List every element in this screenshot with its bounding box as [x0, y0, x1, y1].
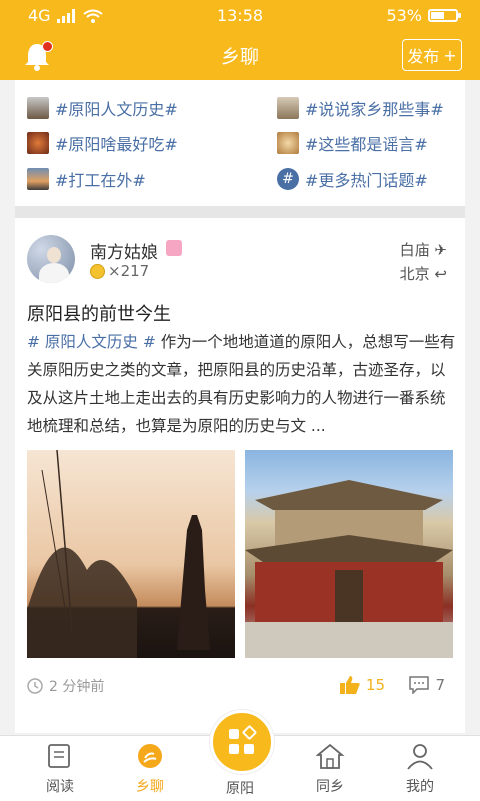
topic-thumbnail — [277, 132, 299, 154]
chat-bubble-icon — [138, 744, 162, 768]
comment-icon — [409, 676, 430, 694]
home-icon — [315, 743, 345, 769]
tab-hometown[interactable]: 同乡 — [295, 742, 365, 796]
tab-label: 我的 — [406, 779, 434, 795]
like-button[interactable]: 15 — [339, 676, 385, 694]
like-count: 15 — [365, 676, 385, 694]
hashtag-icon: # — [277, 168, 299, 190]
tab-label: 乡聊 — [136, 779, 164, 795]
female-icon — [166, 240, 182, 256]
route-info: 白庙 ✈ 北京 ↩ — [400, 238, 447, 286]
username[interactable]: 南方姑娘 — [90, 238, 158, 263]
topic-thumbnail — [27, 168, 49, 190]
route-curve-icon: ↩ — [434, 265, 447, 283]
comment-count: 7 — [435, 676, 445, 694]
tab-label: 原阳 — [226, 781, 254, 797]
plus-icon: + — [443, 45, 457, 65]
topic-item[interactable]: #原阳人文历史# — [27, 96, 178, 120]
post-title[interactable]: 原阳县的前世今生 — [27, 300, 171, 326]
tab-label: 阅读 — [46, 779, 74, 795]
topic-item[interactable]: # #更多热门话题# — [277, 167, 428, 191]
book-icon — [48, 744, 70, 768]
temple-building — [245, 480, 453, 658]
center-home-button[interactable] — [210, 710, 274, 774]
topic-label: #打工在外# — [55, 171, 146, 190]
post-footer: 2 分钟前 15 7 — [27, 676, 455, 696]
pagoda-silhouette — [27, 450, 210, 658]
grid-diamond-icon — [229, 725, 257, 754]
topic-label: #原阳啥最好吃# — [55, 135, 178, 154]
route-to: 北京 — [399, 265, 430, 283]
topic-thumbnail — [277, 97, 299, 119]
user-icon — [407, 744, 433, 770]
publish-label: 发布 — [407, 47, 440, 66]
coin-value: ×217 — [108, 262, 150, 280]
topic-label: #这些都是谣言# — [305, 135, 428, 154]
topic-label: #更多热门话题# — [305, 171, 428, 190]
plane-icon: ✈ — [434, 241, 447, 259]
publish-button[interactable]: 发布 + — [402, 39, 462, 71]
clock-icon — [27, 678, 43, 694]
thumbs-up-icon — [339, 676, 360, 694]
topic-item[interactable]: #这些都是谣言# — [277, 131, 428, 155]
post-body[interactable]: # 原阳人文历史 # 作为一个地地道道的原阳人，总想写一些有关原阳历史之类的文章… — [27, 328, 457, 440]
post-time: 2 分钟前 — [49, 679, 105, 695]
tab-label: 同乡 — [316, 779, 344, 795]
post-card[interactable]: 南方姑娘 ×217 白庙 ✈ 北京 ↩ 原阳县的前世今生 # 原阳人文历史 # … — [15, 218, 465, 733]
topic-item[interactable]: #原阳啥最好吃# — [27, 131, 178, 155]
topic-item[interactable]: #打工在外# — [27, 167, 146, 191]
tab-yuanyang[interactable]: 原阳 — [205, 778, 275, 798]
post-tag[interactable]: # 原阳人文历史 # — [27, 333, 156, 351]
tab-chat[interactable]: 乡聊 — [115, 742, 185, 796]
route-from: 白庙 — [399, 241, 430, 259]
topic-item[interactable]: #说说家乡那些事# — [277, 96, 444, 120]
topic-thumbnail — [27, 132, 49, 154]
temple-photo[interactable] — [245, 450, 453, 658]
tab-me[interactable]: 我的 — [385, 742, 455, 796]
nav-bar: 乡聊 发布 + — [0, 30, 480, 80]
avatar[interactable] — [27, 235, 75, 283]
pagoda-photo[interactable] — [27, 450, 235, 658]
battery-percent: 53% — [386, 6, 422, 25]
topic-label: #原阳人文历史# — [55, 100, 178, 119]
battery-icon — [428, 9, 461, 22]
topic-thumbnail — [27, 97, 49, 119]
tab-read[interactable]: 阅读 — [25, 742, 95, 796]
coin-icon — [90, 263, 105, 279]
coin-count: ×217 — [90, 262, 149, 280]
topic-label: #说说家乡那些事# — [305, 100, 444, 119]
topic-list: #原阳人文历史# #说说家乡那些事# #原阳啥最好吃# #这些都是谣言# #打工… — [15, 80, 465, 206]
status-bar: 4G 13:58 53% — [0, 0, 480, 30]
comment-button[interactable]: 7 — [409, 676, 445, 694]
section-divider — [15, 206, 465, 218]
